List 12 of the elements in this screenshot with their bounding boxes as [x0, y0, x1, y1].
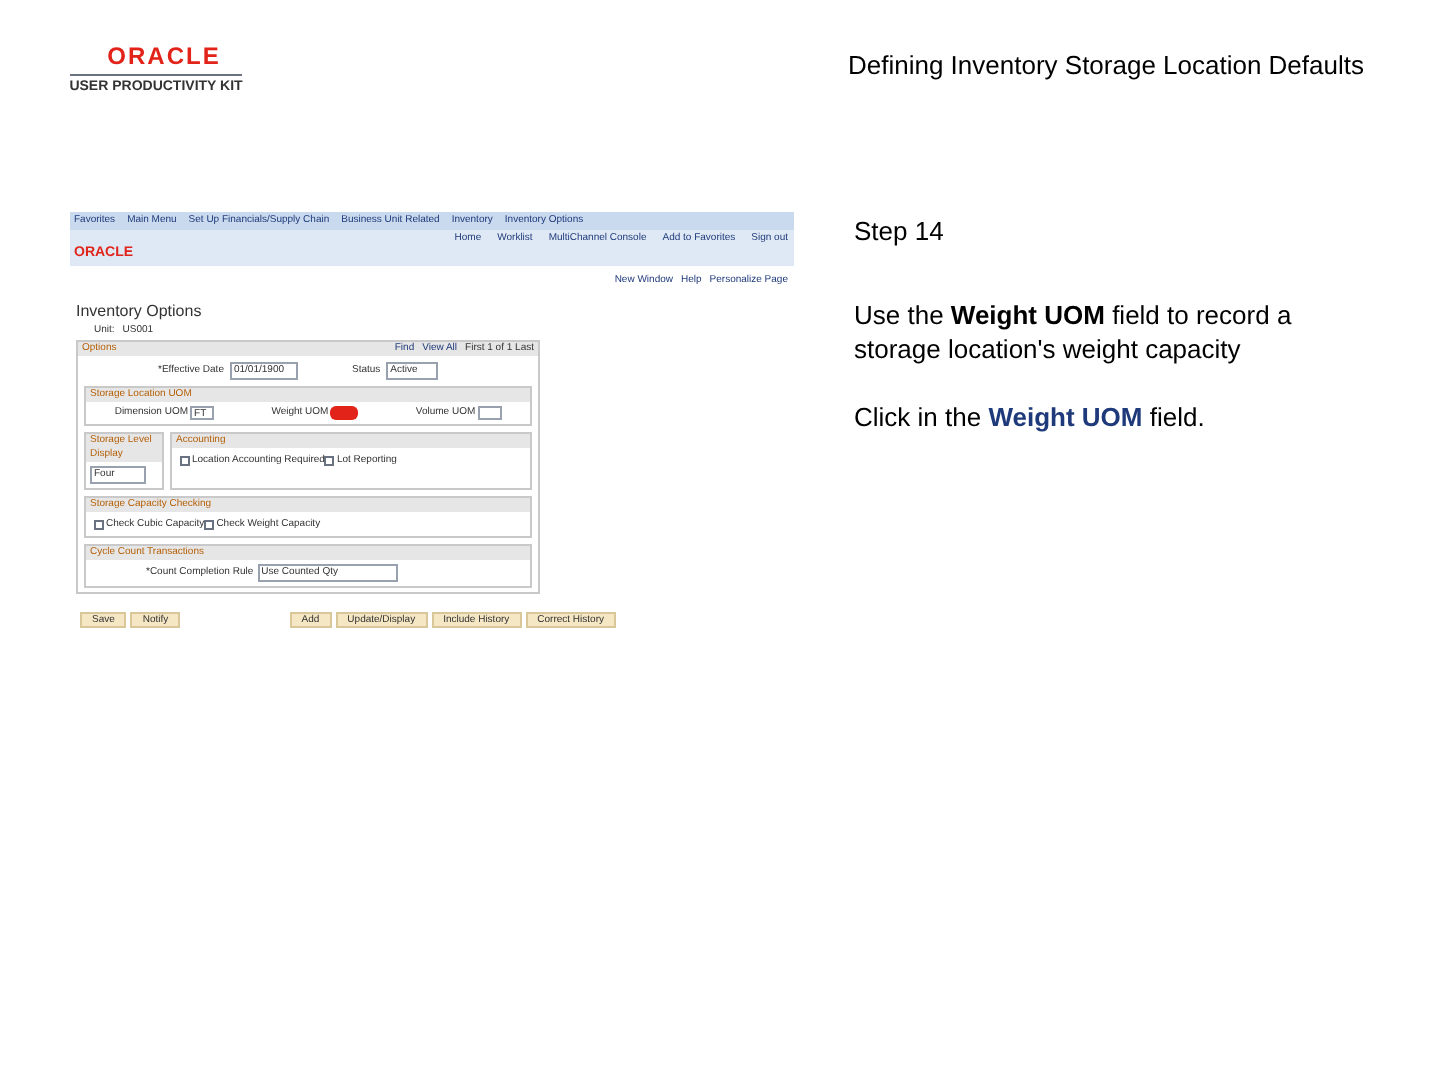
instruction-text: Use the Weight UOM field to record a storage location's weight capacity: [854, 298, 1294, 366]
step-number: Step 14: [854, 214, 946, 248]
checkbox[interactable]: [204, 520, 215, 530]
page-title: Defining Inventory Storage Location Defaults: [848, 48, 1364, 84]
highlighted-field[interactable]: [330, 406, 359, 420]
checkbox[interactable]: [94, 520, 104, 530]
uom-field[interactable]: [477, 406, 502, 420]
form-title: Inventory Options: [76, 302, 204, 322]
logo-wordmark: ORACLE: [105, 44, 221, 68]
checkbox[interactable]: [180, 456, 190, 466]
action-text: Click in the Weight UOM field.: [854, 400, 1207, 434]
checkbox[interactable]: [324, 456, 335, 466]
